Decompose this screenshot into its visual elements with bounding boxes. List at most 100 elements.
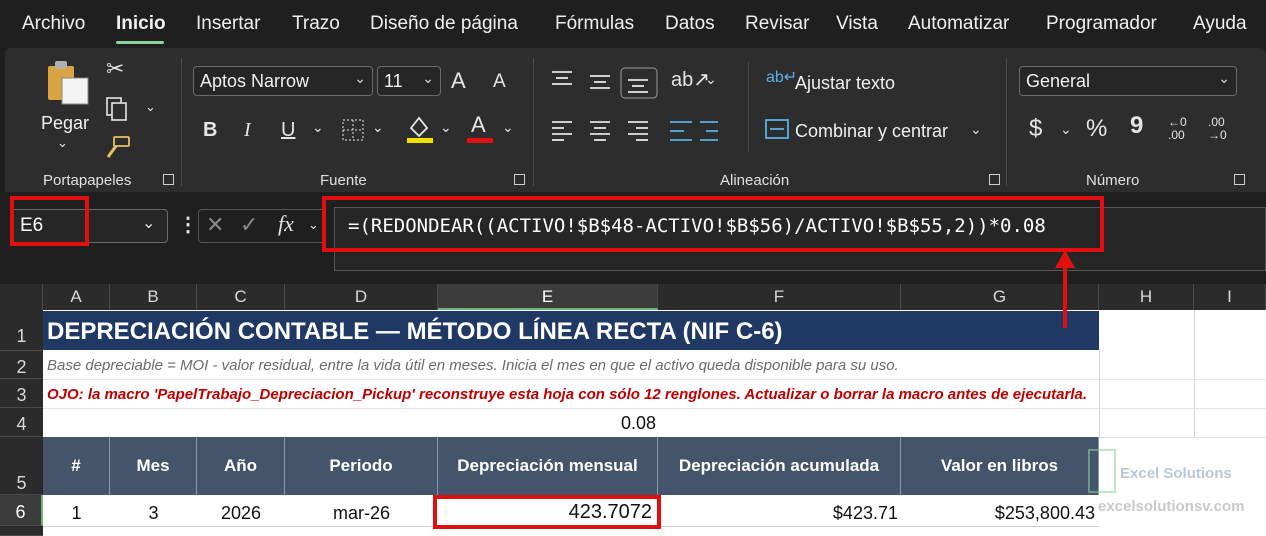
select-all-corner[interactable] [0,284,43,310]
cell-g6[interactable]: $253,800.43 [901,503,1095,524]
merge-chevron-down-icon[interactable]: ⌄ [970,122,982,136]
merge-center-button[interactable]: Combinar y centrar [795,121,948,142]
row-header-4[interactable]: 4 [0,408,43,437]
column-header-a[interactable]: A [43,284,110,310]
percent-icon[interactable]: % [1086,117,1107,141]
comma-style-icon[interactable]: 9 [1130,114,1143,138]
menu-archivo[interactable]: Archivo [22,13,85,35]
cell-b6[interactable]: 3 [110,503,197,524]
group-label-font: Fuente [320,172,367,189]
column-header-e[interactable]: E [438,284,658,310]
increase-decimal-icon[interactable]: ←0.00 [1168,116,1187,142]
highlight-box-name-box [10,196,89,246]
table-header-depreciacion-acumulada[interactable]: Depreciación acumulada [658,437,901,495]
menu-automatizar[interactable]: Automatizar [908,13,1009,35]
borders-chevron-down-icon[interactable]: ⌄ [372,120,384,134]
orientation-chevron-down-icon[interactable]: ⌄ [705,72,717,86]
table-header-depreciacion-mensual[interactable]: Depreciación mensual [438,437,658,495]
fx-chevron-down-icon[interactable]: ⌄ [308,218,319,231]
borders-icon[interactable] [340,117,366,143]
menu-ayuda[interactable]: Ayuda [1193,13,1247,35]
table-header-ano[interactable]: Año [197,437,285,495]
name-box-chevron-down-icon[interactable]: ⌄ [142,216,155,232]
wrap-text-icon[interactable]: ab↵ [766,70,797,86]
sheet-title[interactable]: DEPRECIACIÓN CONTABLE — MÉTODO LÍNEA REC… [47,318,783,346]
fill-color-chevron-down-icon[interactable]: ⌄ [440,120,452,134]
gridline [1194,310,1195,437]
font-name-dropdown[interactable]: Aptos Narrow ⌄ [193,66,373,96]
cell-d6[interactable]: mar-26 [285,503,438,524]
menu-insertar[interactable]: Insertar [196,13,260,35]
column-header-f[interactable]: F [658,284,901,310]
number-launcher-icon[interactable] [1234,174,1245,185]
decrease-decimal-icon[interactable]: .00 →0 [1208,116,1227,142]
menu-inicio[interactable]: Inicio [116,13,166,35]
menu-datos[interactable]: Datos [665,13,715,35]
gridline [43,379,1266,380]
menu-vista[interactable]: Vista [836,13,878,35]
format-painter-icon[interactable] [104,135,132,161]
row-header-3[interactable]: 3 [0,379,43,408]
font-color-chevron-down-icon[interactable]: ⌄ [502,120,514,134]
row-header-7[interactable]: 7 [0,526,43,536]
cell-f6[interactable]: $423.71 [658,503,898,524]
currency-chevron-down-icon[interactable]: ⌄ [1060,122,1072,136]
shrink-font-icon[interactable]: A [493,72,506,91]
menu-diseno-pagina[interactable]: Diseño de página [370,13,518,35]
currency-icon[interactable]: $ [1029,117,1042,141]
cut-icon[interactable]: ✂ [106,58,124,80]
sheet-warning[interactable]: OJO: la macro 'PapelTrabajo_Depreciacion… [47,386,1087,403]
alignment-launcher-icon[interactable] [989,174,1000,185]
table-header-valor-libros[interactable]: Valor en libros [901,437,1099,495]
wrap-text-button[interactable]: Ajustar texto [795,73,895,94]
column-header-c[interactable]: C [197,284,285,310]
underline-button[interactable]: U [281,120,295,140]
table-header-periodo[interactable]: Periodo [285,437,438,495]
vertical-align-icons[interactable] [550,66,660,100]
fill-color-icon[interactable] [405,114,435,144]
grow-font-icon[interactable]: A [451,70,466,92]
italic-button[interactable]: I [244,120,251,140]
group-label-clipboard: Portapapeles [43,172,132,189]
clipboard-launcher-icon[interactable] [163,174,174,185]
column-header-d[interactable]: D [285,284,438,310]
cell-a6[interactable]: 1 [43,503,110,524]
bold-button[interactable]: B [203,120,217,140]
table-header-num[interactable]: # [43,437,110,495]
cancel-icon[interactable]: ✕ [206,214,224,236]
column-header-i[interactable]: I [1194,284,1266,310]
number-format-dropdown[interactable]: General ⌄ [1019,66,1237,96]
menu-formulas[interactable]: Fórmulas [555,13,634,35]
chevron-down-icon: ⌄ [1218,70,1230,86]
menu-programador[interactable]: Programador [1046,13,1157,35]
cell-e4[interactable]: 0.08 [438,413,656,434]
paste-label[interactable]: Pegar [41,113,89,134]
underline-chevron-down-icon[interactable]: ⌄ [312,120,324,134]
paste-chevron-down-icon[interactable]: ⌄ [57,136,68,149]
menu-revisar[interactable]: Revisar [745,13,809,35]
row-header-5[interactable]: 5 [0,437,43,495]
font-size-dropdown[interactable]: 11 ⌄ [377,66,441,96]
active-tab-indicator [116,41,164,44]
column-header-b[interactable]: B [110,284,197,310]
copy-chevron-down-icon[interactable]: ⌄ [145,100,156,113]
paste-icon[interactable] [42,58,92,108]
merge-center-icon[interactable] [764,117,790,141]
row-header-6[interactable]: 6 [0,495,43,526]
row-header-1[interactable]: 1 [0,310,43,351]
horizontal-align-icons[interactable] [550,118,720,144]
cell-c6[interactable]: 2026 [197,503,285,524]
column-header-h[interactable]: H [1099,284,1194,310]
enter-icon[interactable]: ✓ [240,214,258,236]
row-header-2[interactable]: 2 [0,351,43,379]
more-options-icon[interactable]: ⋮ [178,215,198,235]
table-header-mes[interactable]: Mes [110,437,197,495]
number-format-value: General [1026,71,1091,91]
sheet-note[interactable]: Base depreciable = MOI - valor residual,… [47,357,899,374]
font-size-value: 11 [384,71,403,91]
font-launcher-icon[interactable] [514,174,525,185]
menu-trazo[interactable]: Trazo [292,13,340,35]
insert-function-icon[interactable]: fx [278,213,294,235]
copy-icon[interactable] [104,96,130,122]
font-color-icon[interactable]: A [471,114,486,136]
